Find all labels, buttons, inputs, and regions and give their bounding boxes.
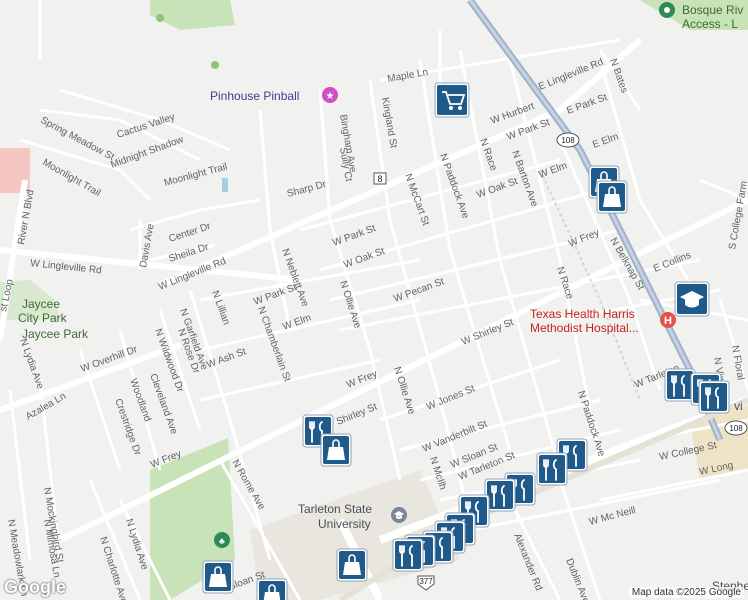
- poi-label-bosque-2[interactable]: Access - L: [682, 17, 738, 31]
- park-label-jaycee[interactable]: Jaycee: [22, 297, 60, 311]
- svg-text:H: H: [664, 315, 672, 327]
- park-label-jaycee-park[interactable]: Jaycee Park: [22, 327, 89, 341]
- shopping-bag-icon[interactable]: [202, 560, 234, 594]
- route-shield-8: 8: [373, 172, 387, 185]
- svg-text:8: 8: [377, 174, 382, 184]
- restaurant-icon[interactable]: [698, 380, 730, 414]
- university-label-1[interactable]: Tarleton State: [298, 502, 372, 516]
- restaurant-icon[interactable]: [392, 538, 424, 572]
- shopping-bag-icon[interactable]: [256, 578, 288, 600]
- shopping-bag-icon[interactable]: [596, 180, 628, 214]
- route-shield-108: 108: [556, 132, 580, 148]
- poi-label-pinhouse-pinball[interactable]: Pinhouse Pinball: [210, 89, 299, 103]
- poi-label-bosque-1[interactable]: Bosque Riv: [682, 3, 743, 17]
- map-canvas[interactable]: W Lingleville Rd W Lingleville Rd E Ling…: [0, 0, 748, 600]
- hospital-label-2[interactable]: Methodist Hospital...: [530, 321, 639, 335]
- park-marker-icon[interactable]: ♣: [214, 532, 230, 548]
- attraction-icon[interactable]: [659, 2, 675, 18]
- svg-text:108: 108: [729, 424, 743, 433]
- park-label-city-park[interactable]: City Park: [18, 311, 68, 325]
- university-label-2[interactable]: University: [318, 517, 371, 531]
- svg-text:★: ★: [326, 91, 335, 102]
- shopping-bag-icon[interactable]: [336, 548, 368, 582]
- shopping-cart-icon[interactable]: [434, 82, 470, 118]
- shopping-bag-icon[interactable]: [320, 433, 352, 467]
- university-icon[interactable]: [391, 507, 407, 523]
- restaurant-icon[interactable]: [536, 452, 568, 486]
- google-logo: Google: [4, 577, 66, 597]
- svg-text:377: 377: [419, 577, 433, 586]
- pinball-icon[interactable]: ★: [322, 87, 338, 103]
- svg-text:♣: ♣: [219, 536, 225, 546]
- svg-text:108: 108: [561, 136, 575, 145]
- map-attribution[interactable]: Map data ©2025 Google: [628, 587, 744, 598]
- place-label-vi: vi: [734, 399, 743, 413]
- hospital-label-1[interactable]: Texas Health Harris: [530, 307, 635, 321]
- route-shield-108: 108: [724, 420, 748, 436]
- hospital-icon[interactable]: H: [660, 312, 676, 328]
- graduation-cap-icon[interactable]: [674, 281, 710, 317]
